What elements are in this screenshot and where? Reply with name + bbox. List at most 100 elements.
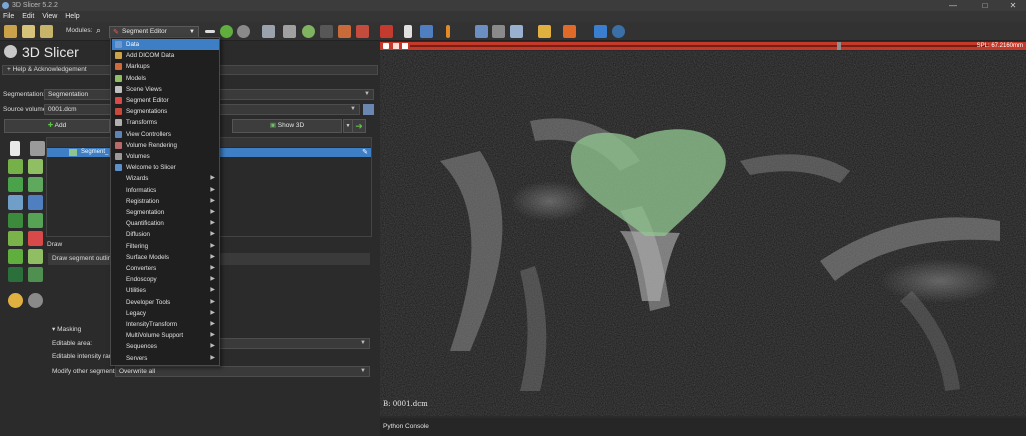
level-tracing-icon[interactable] <box>28 177 43 192</box>
back-arrow-icon[interactable] <box>220 25 233 38</box>
fill-between-slices-icon[interactable] <box>28 195 43 210</box>
module-menu-item-transforms[interactable]: Transforms <box>112 117 219 128</box>
module-menu-item-markups[interactable]: Markups <box>112 61 219 72</box>
maximize-view-icon[interactable] <box>402 43 408 49</box>
module-menu-item-label: Segmentations <box>126 108 168 116</box>
segment-color-swatch[interactable] <box>69 149 77 156</box>
redo-icon[interactable] <box>28 293 43 308</box>
module-menu-item-multivolume-support[interactable]: MultiVolume Support ▶ <box>112 330 219 341</box>
module-menu-item-servers[interactable]: Servers ▶ <box>112 353 219 364</box>
window-title: 3D Slicer 5.2.2 <box>12 2 58 9</box>
extensions-icon[interactable] <box>594 25 607 38</box>
volumes-module-icon[interactable] <box>283 25 296 38</box>
module-menu-item-volumes[interactable]: Volumes <box>112 151 219 162</box>
no-editing-icon[interactable] <box>10 141 20 156</box>
toggle-view-icon[interactable] <box>30 141 45 156</box>
draw-tool-icon[interactable] <box>28 159 43 174</box>
transforms-module-icon[interactable] <box>320 25 333 38</box>
pin-icon[interactable] <box>383 43 389 49</box>
mask-volume-icon[interactable] <box>28 267 43 282</box>
view-link-icon[interactable] <box>510 25 523 38</box>
module-menu-item-models[interactable]: Models <box>112 73 219 84</box>
load-data-icon[interactable] <box>4 25 17 38</box>
search-icon[interactable]: ⌕ <box>96 25 101 36</box>
menu-view[interactable]: View <box>39 11 60 22</box>
logical-operators-icon[interactable] <box>8 249 23 264</box>
masking-section-header[interactable]: ▾ Masking <box>52 325 81 333</box>
module-menu-item-filtering[interactable]: Filtering ▶ <box>112 241 219 252</box>
module-menu-item-data[interactable]: Data <box>112 39 219 50</box>
markup-line-icon[interactable] <box>446 25 450 38</box>
module-menu-item-utilities[interactable]: Utilities ▶ <box>112 285 219 296</box>
models-module-icon[interactable] <box>302 25 315 38</box>
menu-help[interactable]: Help <box>62 11 82 22</box>
save-icon[interactable] <box>40 25 53 38</box>
module-menu-item-converters[interactable]: Converters ▶ <box>112 263 219 274</box>
smoothing-icon[interactable] <box>28 249 43 264</box>
margin-icon[interactable] <box>28 213 43 228</box>
module-menu-item-welcome-to-slicer[interactable]: Welcome to Slicer <box>112 162 219 173</box>
paint-tool-icon[interactable] <box>8 159 23 174</box>
module-menu-item-registration[interactable]: Registration ▶ <box>112 196 219 207</box>
red-slice-view[interactable]: B: 0001.dcm <box>380 51 1026 416</box>
data-module-icon[interactable] <box>262 25 275 38</box>
module-menu-item-add-dicom-data[interactable]: Add DICOM Data <box>112 50 219 61</box>
module-menu-item-view-controllers[interactable]: View Controllers <box>112 129 219 140</box>
module-menu-item-wizards[interactable]: Wizards ▶ <box>112 173 219 184</box>
module-menu-item-endoscopy[interactable]: Endoscopy ▶ <box>112 274 219 285</box>
link-icon[interactable] <box>393 43 399 49</box>
minimize-button[interactable]: — <box>940 0 966 11</box>
module-menu-item-informatics[interactable]: Informatics ▶ <box>112 185 219 196</box>
pointer-icon[interactable] <box>404 25 412 38</box>
threshold-icon[interactable] <box>8 213 23 228</box>
menu-file[interactable]: File <box>0 11 17 22</box>
scissors-icon[interactable] <box>8 267 23 282</box>
grow-from-seeds-icon[interactable] <box>8 195 23 210</box>
module-menu-item-segmentation[interactable]: Segmentation ▶ <box>112 207 219 218</box>
erase-tool-icon[interactable] <box>8 177 23 192</box>
module-menu-item-intensitytransform[interactable]: IntensityTransform ▶ <box>112 319 219 330</box>
module-menu-item-sequences[interactable]: Sequences ▶ <box>112 341 219 352</box>
next-arrow-icon[interactable]: ➜ <box>352 119 366 133</box>
slice-slider-handle[interactable] <box>837 42 841 50</box>
segment-name[interactable]: Segment_ <box>81 149 108 155</box>
window-level-icon[interactable] <box>420 25 433 38</box>
undo-icon[interactable] <box>8 293 23 308</box>
capture-icon[interactable] <box>492 25 505 38</box>
close-button[interactable]: ✕ <box>1000 0 1026 11</box>
module-menu-item-scene-views[interactable]: Scene Views <box>112 84 219 95</box>
screenshot-icon[interactable] <box>475 25 488 38</box>
maximize-button[interactable]: □ <box>972 0 998 11</box>
islands-icon[interactable] <box>28 231 43 246</box>
module-history-icon[interactable] <box>205 30 215 33</box>
layout-icon[interactable] <box>380 25 393 38</box>
edit-icon[interactable]: ✎ <box>362 148 368 156</box>
volume-settings-icon[interactable] <box>363 104 374 115</box>
module-menu-item-volume-rendering[interactable]: Volume Rendering <box>112 140 219 151</box>
markups-module-icon[interactable] <box>338 25 351 38</box>
module-menu-item-quantification[interactable]: Quantification ▶ <box>112 218 219 229</box>
segment-editor-module-icon[interactable] <box>356 25 369 38</box>
module-menu-item-surface-models[interactable]: Surface Models ▶ <box>112 252 219 263</box>
slice-offset-slider[interactable] <box>410 45 988 47</box>
module-menu-item-label: Markups <box>126 63 150 71</box>
python-icon[interactable] <box>612 25 625 38</box>
module-menu-item-segment-editor[interactable]: Segment Editor <box>112 95 219 106</box>
python-console-bar[interactable]: Python Console <box>380 418 1026 436</box>
add-segment-button[interactable]: ✚ Add <box>4 119 110 133</box>
module-menu-item-label: Surface Models <box>126 253 169 261</box>
source-volume-label: Source volume: <box>3 106 49 113</box>
crosshair-icon[interactable] <box>538 25 551 38</box>
show-3d-button[interactable]: ▣ Show 3D <box>232 119 342 133</box>
menu-edit[interactable]: Edit <box>19 11 37 22</box>
module-menu-item-legacy[interactable]: Legacy ▶ <box>112 308 219 319</box>
module-menu-item-diffusion[interactable]: Diffusion ▶ <box>112 229 219 240</box>
modify-other-segments-select[interactable]: Overwrite all ▼ <box>115 366 370 377</box>
cube-icon: ▣ <box>269 122 278 129</box>
forward-arrow-icon[interactable] <box>237 25 250 38</box>
dicom-icon[interactable] <box>22 25 35 38</box>
module-menu-item-segmentations[interactable]: Segmentations <box>112 106 219 117</box>
hollow-icon[interactable] <box>8 231 23 246</box>
fiducial-icon[interactable] <box>563 25 576 38</box>
module-menu-item-developer-tools[interactable]: Developer Tools ▶ <box>112 297 219 308</box>
